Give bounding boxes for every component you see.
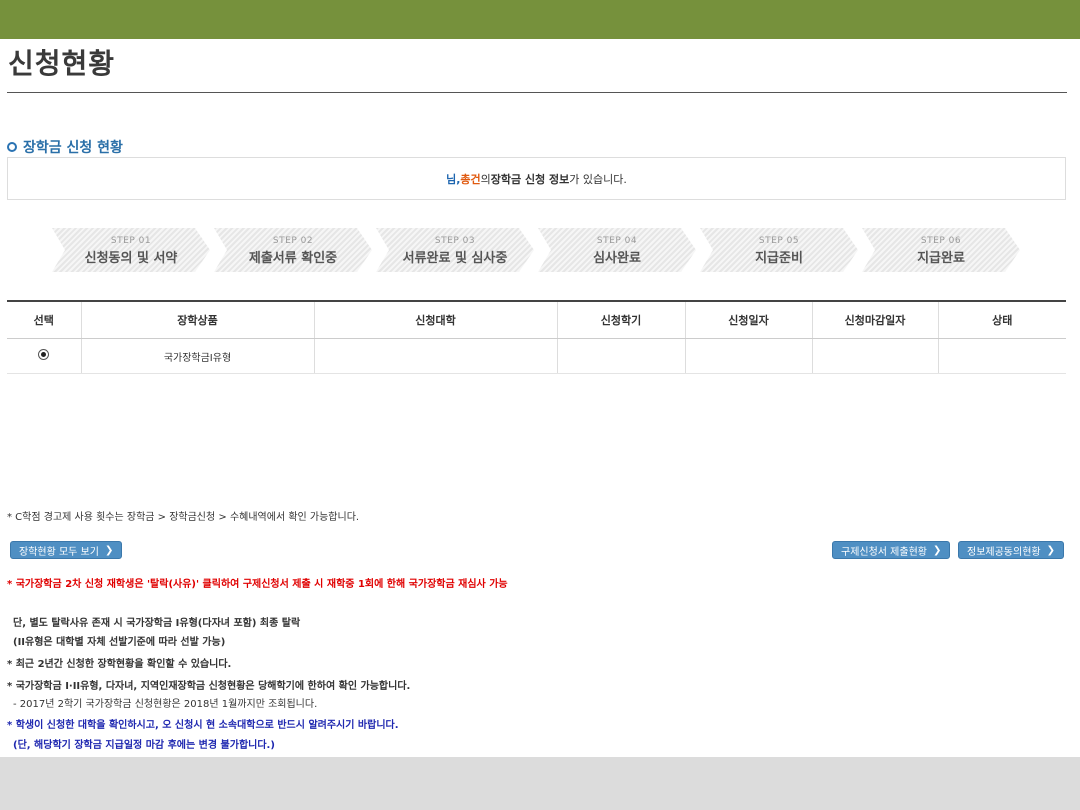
status-cell: [937, 338, 1066, 374]
title-divider: [7, 92, 1067, 93]
step-number: STEP 01: [110, 236, 152, 246]
step-number: STEP 06: [920, 236, 962, 246]
section-heading: 장학금 신청 현황: [7, 137, 123, 157]
product-cell: 국가장학금I유형: [80, 338, 314, 374]
column-header-date: 신청일자: [684, 300, 812, 339]
step-label: 제출서류 확인중: [248, 251, 338, 266]
table-row[interactable]: 국가장학금I유형: [7, 338, 1066, 374]
info-ending: 가 있습니다.: [569, 172, 627, 186]
step-label: 지급준비: [755, 251, 803, 266]
footer-bar: [0, 757, 1080, 810]
column-header-product: 장학상품: [80, 300, 314, 339]
step-number: STEP 03: [434, 236, 476, 246]
notice-line-6: * 학생이 신청한 대학을 확인하시고, 오 신청시 현 소속대학으로 반드시 …: [7, 720, 399, 731]
chevron-right-icon: ❯: [932, 544, 942, 556]
relief-application-status-button[interactable]: 구제신청서 제출현황 ❯: [832, 541, 951, 559]
section-title: 장학금 신청 현황: [23, 140, 123, 156]
step-number: STEP 05: [758, 236, 800, 246]
step-2: STEP 02 제출서류 확인중: [214, 228, 372, 272]
select-cell: [7, 338, 81, 374]
date-cell: [684, 338, 812, 374]
table-header-row: 선택 장학상품 신청대학 신청학기 신청일자 신청마감일자 상태: [7, 300, 1066, 339]
application-table: 선택 장학상품 신청대학 신청학기 신청일자 신청마감일자 상태 국가장학금I유…: [7, 300, 1066, 374]
column-header-deadline: 신청마감일자: [811, 300, 938, 339]
step-number: STEP 04: [596, 236, 638, 246]
notice-line-4: * 국가장학금 I·II유형, 다자녀, 지역인재장학금 신청현황은 당해학기에…: [7, 681, 411, 692]
bullet-ring-icon: [7, 142, 17, 152]
step-5: STEP 05 지급준비: [700, 228, 858, 272]
step-label: 신청동의 및 서약: [84, 251, 178, 266]
notice-line-7: (단, 해당학기 장학금 지급일정 마감 후에는 변경 불가합니다.): [13, 740, 275, 751]
c-grade-notice: * C학점 경고제 사용 횟수는 장학금 > 장학금신청 > 수혜내역에서 확인…: [7, 512, 360, 523]
info-total: 총: [460, 172, 471, 186]
step-1: STEP 01 신청동의 및 서약: [52, 228, 210, 272]
column-header-university: 신청대학: [313, 300, 557, 339]
chevron-right-icon: ❯: [104, 544, 114, 556]
red-notice: * 국가장학금 2차 신청 재학생은 '탈락(사유)' 클릭하여 구제신청서 제…: [7, 579, 508, 590]
page-title: 신청현황: [8, 47, 116, 80]
column-header-semester: 신청학기: [556, 300, 685, 339]
step-6: STEP 06 지급완료: [862, 228, 1020, 272]
column-header-status: 상태: [937, 300, 1066, 339]
info-consent-label: 정보제공동의현황: [967, 546, 1041, 558]
relief-status-label: 구제신청서 제출현황: [841, 546, 927, 558]
info-product: 장학금 신청 정보: [490, 172, 570, 186]
info-name-suffix: 님,: [446, 172, 461, 186]
view-all-scholarships-button[interactable]: 장학현황 모두 보기 ❯: [10, 541, 123, 559]
step-label: 지급완료: [917, 251, 965, 266]
top-banner: [0, 0, 1080, 39]
notice-line-1: 단, 별도 탈락사유 존재 시 국가장학금 I유형(다자녀 포함) 최종 탈락: [13, 618, 301, 629]
info-consent-status-button[interactable]: 정보제공동의현황 ❯: [958, 541, 1064, 559]
notice-line-2: (II유형은 대학별 자체 선발기준에 따라 선발 가능): [13, 637, 226, 648]
view-all-label: 장학현황 모두 보기: [19, 546, 99, 558]
step-3: STEP 03 서류완료 및 심사중: [376, 228, 534, 272]
step-label: 심사완료: [593, 251, 641, 266]
step-number: STEP 02: [272, 236, 314, 246]
info-count-word: 건: [470, 172, 481, 186]
semester-cell: [556, 338, 685, 374]
info-of: 의: [480, 172, 491, 186]
university-cell: [313, 338, 557, 374]
notice-line-3: * 최근 2년간 신청한 장학현황을 확인할 수 있습니다.: [7, 659, 232, 670]
column-header-select: 선택: [7, 300, 81, 339]
step-4: STEP 04 심사완료: [538, 228, 696, 272]
row-select-radio[interactable]: [38, 349, 50, 360]
step-label: 서류완료 및 심사중: [402, 251, 508, 266]
notice-line-5: - 2017년 2학기 국가장학금 신청현황은 2018년 1월까지만 조회됩니…: [13, 699, 318, 710]
progress-steps: STEP 01 신청동의 및 서약 STEP 02 제출서류 확인중 STEP …: [52, 228, 1032, 272]
application-info-box: 님, 총 건 의 장학금 신청 정보 가 있습니다.: [7, 157, 1066, 200]
chevron-right-icon: ❯: [1046, 544, 1055, 556]
deadline-cell: [811, 338, 938, 374]
